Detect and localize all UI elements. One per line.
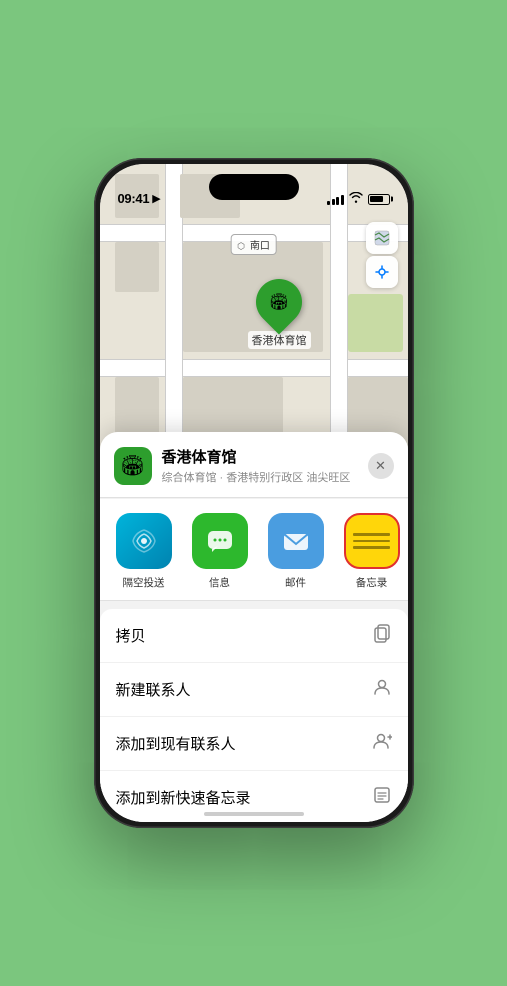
phone-screen: 09:41 ▶ — [100, 164, 408, 822]
signal-bars — [327, 194, 344, 205]
wifi-icon — [349, 192, 363, 206]
mail-icon — [268, 513, 324, 569]
location-pin: 🏟 香港体育馆 — [248, 279, 311, 349]
airdrop-icon — [116, 513, 172, 569]
map-label: ⬡ 南口 — [230, 234, 277, 255]
action-list: 拷贝 新建联系人 — [100, 609, 408, 822]
battery-icon — [368, 194, 390, 205]
road-h2 — [100, 359, 408, 377]
venue-name: 香港体育馆 — [162, 446, 358, 467]
airdrop-label: 隔空投送 — [123, 575, 165, 590]
map-green — [348, 294, 403, 352]
pin-inner: 🏟 — [264, 287, 294, 317]
pin-stadium-icon: 🏟 — [269, 292, 289, 312]
action-new-contact[interactable]: 新建联系人 — [100, 663, 408, 717]
bottom-sheet: 🏟 香港体育馆 综合体育馆 · 香港特别行政区 油尖旺区 ✕ — [100, 432, 408, 822]
share-item-airdrop[interactable]: 隔空投送 — [114, 513, 174, 590]
status-icons — [327, 192, 390, 206]
share-item-mail[interactable]: 邮件 — [266, 513, 326, 590]
home-indicator — [204, 812, 304, 816]
notes-line-2 — [353, 540, 389, 543]
new-contact-icon — [372, 677, 392, 702]
signal-bar-3 — [336, 197, 339, 205]
notes-inner — [346, 515, 398, 567]
venue-info: 香港体育馆 综合体育馆 · 香港特别行政区 油尖旺区 — [162, 446, 358, 485]
signal-bar-2 — [332, 199, 335, 205]
notes-icon — [344, 513, 400, 569]
action-copy[interactable]: 拷贝 — [100, 609, 408, 663]
signal-bar-4 — [341, 195, 344, 205]
message-icon — [192, 513, 248, 569]
pin-circle: 🏟 — [246, 269, 311, 334]
notes-line-1 — [353, 533, 389, 536]
venue-sub: 综合体育馆 · 香港特别行政区 油尖旺区 — [162, 469, 358, 485]
share-row: 隔空投送 信息 — [100, 499, 408, 601]
add-contact-icon — [372, 731, 392, 756]
location-button[interactable] — [366, 256, 398, 288]
signal-bar-1 — [327, 201, 330, 205]
map-block-ml — [115, 242, 159, 292]
copy-icon — [372, 623, 392, 648]
message-label: 信息 — [209, 575, 230, 590]
map-controls — [366, 222, 398, 288]
action-add-contact[interactable]: 添加到现有联系人 — [100, 717, 408, 771]
mail-label: 邮件 — [285, 575, 306, 590]
battery-fill — [370, 196, 383, 202]
share-item-notes[interactable]: 备忘录 — [342, 513, 402, 590]
location-icon: ▶ — [152, 192, 160, 205]
phone-frame: 09:41 ▶ — [94, 158, 414, 828]
share-item-message[interactable]: 信息 — [190, 513, 250, 590]
action-copy-text: 拷贝 — [116, 625, 146, 646]
status-time: 09:41 — [118, 191, 150, 206]
sheet-header: 🏟 香港体育馆 综合体育馆 · 香港特别行政区 油尖旺区 ✕ — [100, 432, 408, 498]
action-quick-note-text: 添加到新快速备忘录 — [116, 787, 251, 808]
action-add-contact-text: 添加到现有联系人 — [116, 733, 236, 754]
action-new-contact-text: 新建联系人 — [116, 679, 191, 700]
map-type-button[interactable] — [366, 222, 398, 254]
close-button[interactable]: ✕ — [368, 453, 394, 479]
notes-label: 备忘录 — [356, 575, 388, 590]
venue-icon: 🏟 — [114, 447, 152, 485]
notes-line-3 — [353, 546, 389, 549]
dynamic-island — [209, 174, 299, 200]
quick-note-icon — [372, 785, 392, 810]
